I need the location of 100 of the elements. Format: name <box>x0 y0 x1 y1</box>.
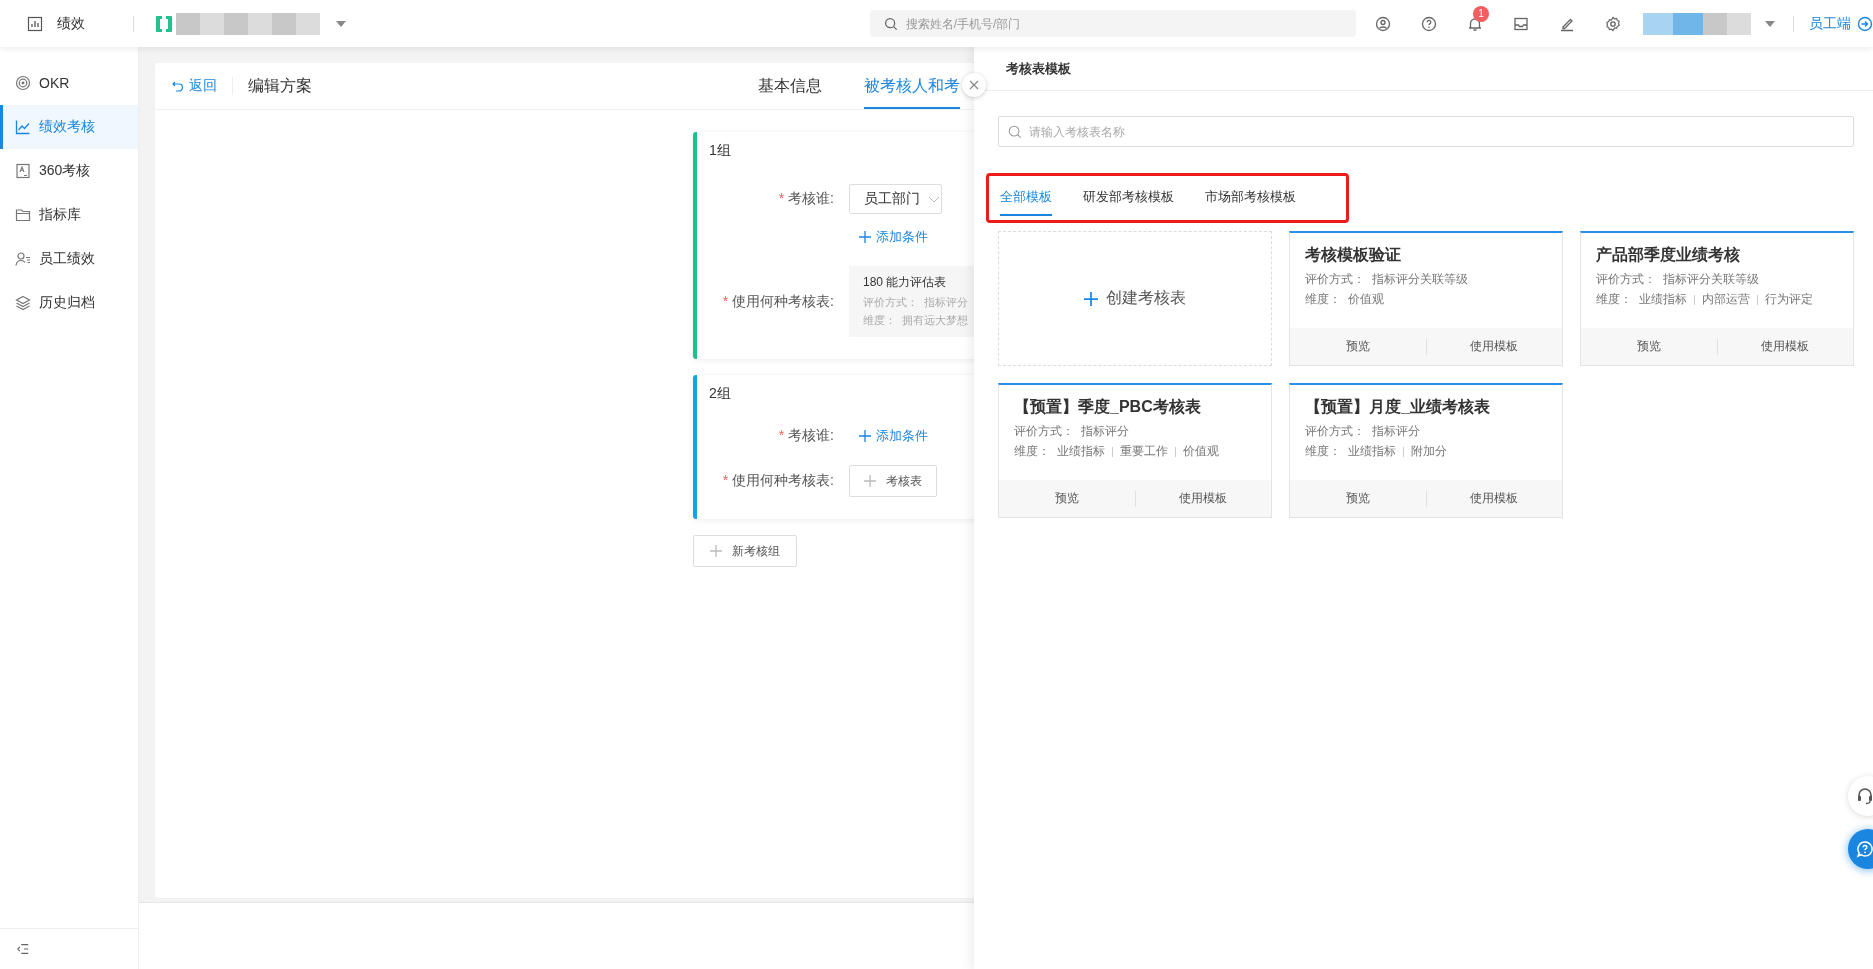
dimension-tag: 业绩指标 <box>1348 444 1396 459</box>
required-mark: * <box>722 292 729 311</box>
template-action-button[interactable]: 使用模板 <box>1426 328 1562 365</box>
meta-value: 指标评分 <box>1372 424 1420 439</box>
template-action-button[interactable]: 预览 <box>1581 328 1717 365</box>
sidebar-item[interactable]: 绩效考核 <box>0 105 138 149</box>
dimension-tag: 行为评定 <box>1765 292 1813 307</box>
meta-label: 评价方式： <box>1596 272 1656 287</box>
arrow-circle-icon <box>1857 15 1873 32</box>
folder-icon <box>15 207 31 223</box>
help-bubble-icon <box>1856 840 1873 858</box>
meta-label: 维度： <box>863 313 896 328</box>
inbox-icon[interactable] <box>1513 15 1530 32</box>
field-label: 使用何种考核表: <box>732 472 834 490</box>
logo-icon <box>153 13 174 34</box>
add-condition-link[interactable]: 添加条件 <box>859 427 928 445</box>
sidebar-item[interactable]: 员工绩效 <box>0 237 138 281</box>
plus-icon <box>864 475 876 487</box>
meta-label: 维度： <box>1305 292 1341 307</box>
sidebar-item[interactable]: OKR <box>0 61 138 105</box>
notification-badge: 1 <box>1473 5 1490 22</box>
undo-icon <box>172 80 184 92</box>
back-link[interactable]: 返回 <box>172 77 217 95</box>
close-button[interactable] <box>962 73 986 97</box>
caret-icon[interactable] <box>335 20 346 27</box>
meta-value: 指标评分关联等级 <box>1372 272 1468 287</box>
meta-label: 评价方式： <box>863 295 918 310</box>
sidebar-item[interactable]: 360考核 <box>0 149 138 193</box>
add-condition-link[interactable]: 添加条件 <box>859 228 928 246</box>
dimension-tag: 附加分 <box>1411 444 1447 459</box>
meta-label: 评价方式： <box>1305 424 1365 439</box>
group-title: 2组 <box>709 385 732 403</box>
template-action-button[interactable]: 使用模板 <box>1717 328 1853 365</box>
headset-icon <box>1856 787 1873 805</box>
field-label: 使用何种考核表: <box>732 292 834 311</box>
template-name: 考核模板验证 <box>1305 245 1402 265</box>
settings-icon[interactable] <box>1605 15 1622 32</box>
template-action-button[interactable]: 预览 <box>999 480 1135 517</box>
drawer-title: 考核表模板 <box>974 47 1873 91</box>
dimension-tag: 业绩指标 <box>1057 444 1105 459</box>
dimension-tag: 重要工作 <box>1120 444 1168 459</box>
meta-label: 评价方式： <box>1014 424 1074 439</box>
search-field[interactable]: 搜索姓名/手机号/部门 <box>869 10 1357 37</box>
sidebar-item[interactable]: 指标库 <box>0 193 138 237</box>
meta-label: 维度： <box>1014 444 1050 459</box>
meta-label: 维度： <box>1596 292 1632 307</box>
template-action-button[interactable]: 使用模板 <box>1135 480 1271 517</box>
plus-icon <box>859 430 871 442</box>
line-chart-icon <box>15 119 31 135</box>
module-name: 绩效 <box>57 14 85 33</box>
close-icon <box>969 80 979 90</box>
create-sheet-label: 创建考核表 <box>1106 288 1186 308</box>
collapse-icon[interactable] <box>16 942 30 956</box>
meta-value: 指标评分关联等级 <box>1663 272 1759 287</box>
search-icon <box>883 16 898 31</box>
caret-icon[interactable] <box>1765 20 1776 27</box>
help-icon[interactable] <box>1421 15 1438 32</box>
required-mark: * <box>722 472 729 490</box>
template-action-button[interactable]: 预览 <box>1290 480 1426 517</box>
create-sheet-card[interactable]: 创建考核表 <box>998 231 1272 366</box>
dimension-tag: 价值观 <box>1183 444 1219 459</box>
plus-icon <box>859 231 871 243</box>
template-action-button[interactable]: 预览 <box>1290 328 1426 365</box>
add-sheet-button[interactable]: 考核表 <box>849 465 937 497</box>
meta-value: 指标评分 <box>924 295 968 310</box>
template-tab[interactable]: 研发部考核模板 <box>1083 179 1174 216</box>
template-name: 【预置】季度_PBC考核表 <box>1014 397 1202 417</box>
meta-label: 评价方式： <box>1305 272 1365 287</box>
search-field[interactable]: 请输入考核表名称 <box>998 116 1854 147</box>
new-group-button[interactable]: 新考核组 <box>693 535 797 567</box>
template-tab[interactable]: 市场部考核模板 <box>1205 179 1296 216</box>
plus-icon <box>1084 291 1098 306</box>
user-circle-icon[interactable] <box>1375 15 1392 32</box>
field-label: 考核谁: <box>788 190 834 208</box>
target-icon <box>15 75 31 91</box>
page-tab[interactable]: 被考核人和考 <box>864 63 960 109</box>
sheet-name: 180 能力评估表 <box>863 274 948 291</box>
person-list-icon <box>15 251 31 267</box>
page-tab[interactable]: 基本信息 <box>758 63 822 109</box>
dimension-tag: 价值观 <box>1348 292 1384 307</box>
required-mark: * <box>778 190 785 208</box>
employee-portal-link[interactable]: 员工端 <box>1809 14 1873 33</box>
meta-label: 维度： <box>1305 444 1341 459</box>
sidebar-item[interactable]: 历史归档 <box>0 281 138 325</box>
chevron-down-icon <box>928 195 940 203</box>
page-title: 编辑方案 <box>248 75 312 96</box>
department-select[interactable]: 员工部门 <box>849 184 942 214</box>
bar-chart-icon <box>27 15 43 32</box>
layers-icon <box>15 295 31 311</box>
search-icon <box>1008 124 1022 139</box>
dimension-tag: 内部运营 <box>1702 292 1750 307</box>
template-action-button[interactable]: 使用模板 <box>1426 480 1562 517</box>
template-tab[interactable]: 全部模板 <box>1000 179 1052 216</box>
meta-value: 拥有远大梦想 <box>902 313 968 328</box>
required-mark: * <box>778 427 785 445</box>
document-icon <box>15 163 31 179</box>
field-label: 考核谁: <box>788 427 834 445</box>
template-name: 【预置】月度_业绩考核表 <box>1305 397 1491 417</box>
group-title: 1组 <box>709 142 732 160</box>
template-name: 产品部季度业绩考核 <box>1596 245 1741 265</box>
